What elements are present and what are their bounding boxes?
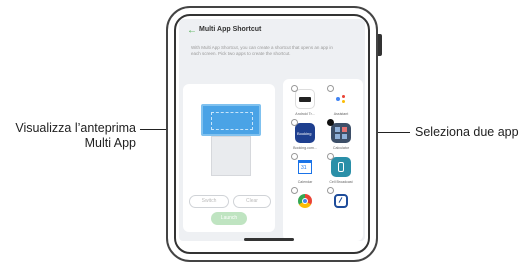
app-radio[interactable] [291,187,298,194]
screen-title: Multi App Shortcut [199,26,262,33]
app-icon-chrome[interactable] [295,191,315,211]
app-list-panel: Android Tr... Assistant Booking Booking.… [283,79,363,241]
launch-button[interactable]: Launch [211,212,247,225]
side-button [378,34,382,56]
preview-bottom-window [211,136,251,176]
app-label: Assistant [333,112,349,116]
back-arrow-icon[interactable]: ← [187,25,197,36]
app-radio-checked[interactable] [327,119,334,126]
annotation-preview-line2: Multi App [84,136,136,150]
switch-button[interactable]: Switch [189,195,229,208]
preview-top-window [201,104,261,136]
annotation-select: Seleziona due app [415,125,519,139]
app-radio[interactable] [327,85,334,92]
app-label: Calendar [297,180,313,184]
app-icon-cell-broadcast[interactable] [331,157,351,177]
app-label: Booking.com... [293,146,317,150]
annotation-preview-line1: Visualizza l’anteprima [15,121,136,135]
app-icon-android[interactable] [295,89,315,109]
phone-screen: ← Multi App Shortcut With Multi App Shor… [179,19,365,241]
app-icon-clock[interactable] [331,191,351,211]
app-radio[interactable] [327,153,334,160]
app-icon-calendar[interactable]: 31 [295,157,315,177]
app-radio[interactable] [291,85,298,92]
clear-button[interactable]: Clear [233,195,271,208]
app-icon-booking[interactable]: Booking [295,123,315,143]
home-indicator[interactable] [244,238,294,241]
app-label: Cell Broadcast [329,180,353,184]
app-icon-assistant[interactable] [331,89,351,109]
preview-panel: Switch Clear Launch [183,84,275,232]
app-label: Android Tr... [295,112,315,116]
annotation-preview: Visualizza l’anteprima Multi App [15,121,136,151]
screen-header: ← Multi App Shortcut [179,19,365,45]
app-radio[interactable] [291,153,298,160]
screen-description: With Multi App Shortcut, you can create … [191,45,333,56]
app-label: Calculator [332,146,350,150]
app-radio[interactable] [291,119,298,126]
app-radio[interactable] [327,187,334,194]
app-icon-calculator[interactable] [331,123,351,143]
